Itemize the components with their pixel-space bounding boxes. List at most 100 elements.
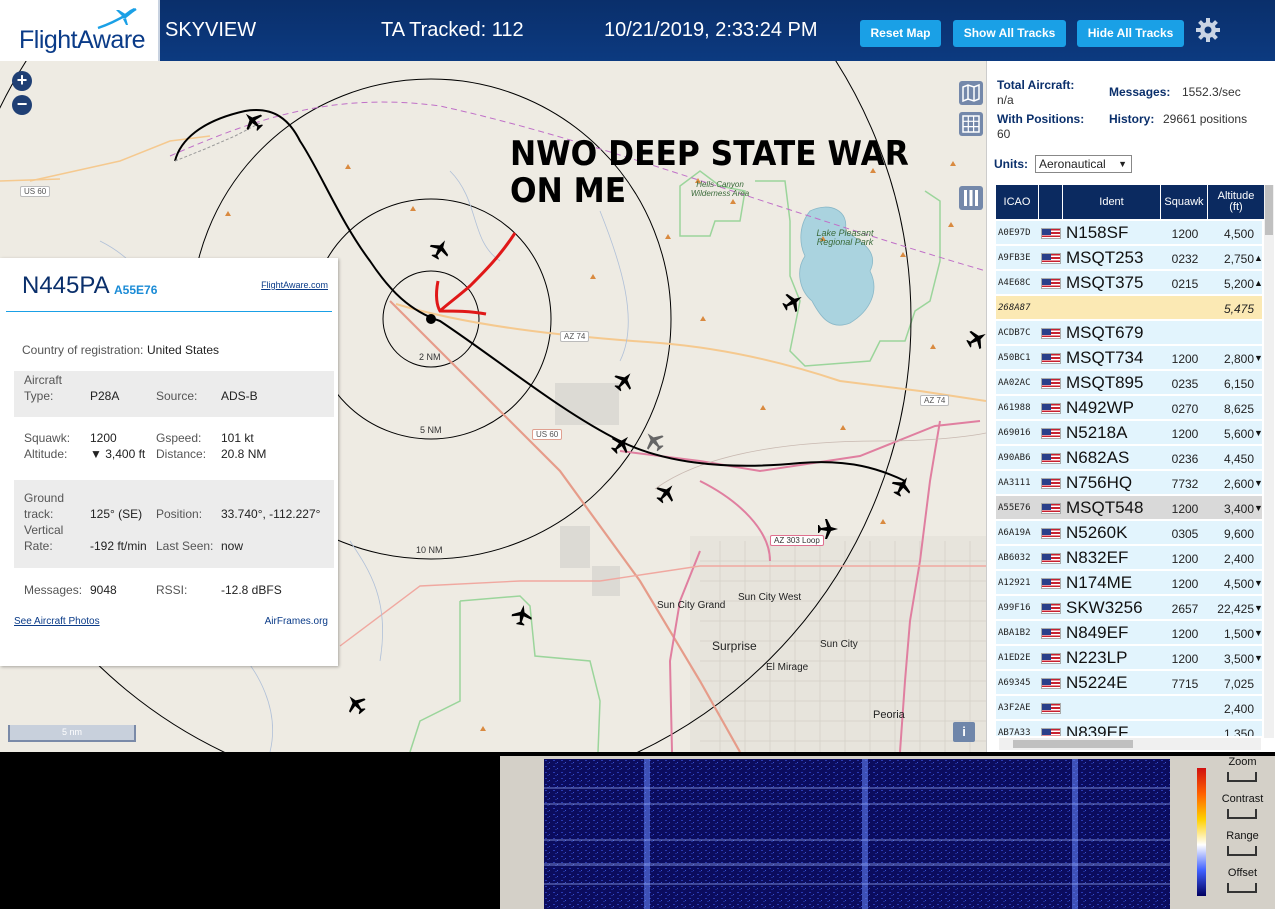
waterfall-frame [500,756,1215,909]
contrast-slider[interactable] [1227,809,1257,819]
altitude-cell: 2,400 [1223,702,1254,716]
icao-cell: ACDB7C [998,328,1031,338]
table-row[interactable]: A69345 N5224E 7715 7,025 [996,671,1262,695]
squawk-cell: 7732 [1171,477,1199,491]
aircraft-type-label: Aircraft Type: [24,373,63,403]
zoom-out-button[interactable]: − [12,95,32,115]
ident-cell: MSQT679 [1066,323,1144,342]
table-row[interactable]: A9FB3E MSQT253 0232 2,750 ▲ [996,246,1263,270]
grid-icon[interactable] [959,112,983,136]
ident-cell: N756HQ [1066,473,1133,492]
scrollbar-thumb[interactable] [1265,185,1273,235]
offset-slider[interactable] [1227,883,1257,893]
icao-cell: A99F16 [998,603,1031,613]
col-altitude[interactable]: Altitude (ft) [1208,185,1264,219]
gear-icon[interactable] [1195,17,1221,43]
detail-icao: A55E76 [114,283,158,297]
table-row[interactable]: A55E76 MSQT548 1200 3,400 ▼ [996,496,1263,520]
annotation-text: NWO DEEP STATE WAR ON ME [510,136,909,210]
squawk-cell: 7715 [1171,677,1199,691]
flightaware-link[interactable]: FlightAware.com [261,280,328,290]
ident-cell: N682AS [1066,448,1130,467]
country-label: Country of registration: [22,343,144,357]
zoom-slider[interactable] [1227,772,1257,782]
waterfall-display[interactable] [544,759,1170,909]
table-row[interactable]: A1ED2E N223LP 1200 3,500 ▼ [996,646,1263,670]
hide-all-tracks-button[interactable]: Hide All Tracks [1077,20,1184,47]
altitude-cell: 7,025 [1223,677,1254,691]
offset-label: Offset [1227,867,1258,879]
table-row[interactable]: 268A87 5,475 [996,296,1262,320]
icao-cell: 268A87 [998,303,1031,313]
table-row[interactable]: A69016 N5218A 1200 5,600 ▼ [996,421,1263,445]
ground-track-label: Ground track: [24,491,65,521]
range-slider[interactable] [1227,846,1257,856]
icao-cell: A90AB6 [998,453,1031,463]
history-value: 29661 positions [1163,112,1248,126]
reset-map-button[interactable]: Reset Map [860,20,941,47]
table-row[interactable]: A12921 N174ME 1200 4,500 ▼ [996,571,1263,595]
altitude-cell: 4,450 [1223,452,1254,466]
units-select[interactable]: Aeronautical ▼ [1035,155,1132,173]
contrast-label: Contrast [1221,793,1264,805]
table-row[interactable]: A90AB6 N682AS 0236 4,450 [996,446,1262,470]
vertical-trend-icon: ▼ [1254,503,1263,513]
table-row[interactable]: A6A19A N5260K 0305 9,600 [996,521,1262,545]
squawk-cell: 1200 [1171,227,1199,241]
icao-cell: A4E68C [998,278,1031,288]
info-button[interactable]: i [953,722,975,742]
range-ring-label: 2 NM [419,352,441,362]
aircraft-photos-link[interactable]: See Aircraft Photos [14,616,100,627]
vertical-scrollbar[interactable] [1264,185,1274,738]
top-header: FlightAware SKYVIEW TA Tracked: 112 10/2… [0,0,1275,61]
show-all-tracks-button[interactable]: Show All Tracks [953,20,1066,47]
rssi-value: -12.8 dBFS [221,583,282,597]
squawk-cell: 0305 [1171,527,1199,541]
col-icao[interactable]: ICAO [996,185,1038,219]
col-squawk[interactable]: Squawk [1161,185,1207,219]
table-row[interactable]: A99F16 SKW3256 2657 22,425 ▼ [996,596,1263,620]
table-row[interactable]: A3F2AE 2,400 [996,696,1262,720]
table-row[interactable]: ABA1B2 N849EF 1200 1,500 ▼ [996,621,1263,645]
squawk-cell: 2657 [1171,602,1199,616]
table-row[interactable]: A4E68C MSQT375 0215 5,200 ▲ [996,271,1263,295]
skyview-app: { "header": { "logo_text": "FlightAware"… [0,0,1275,909]
road-label: US 60 [532,429,563,440]
place-label: Lake Pleasant Regional Park [816,228,874,247]
altitude-cell: 5,600 [1223,427,1254,441]
icao-cell: A6A19A [998,528,1031,538]
columns-icon[interactable] [959,186,983,210]
vertical-trend-icon: ▲ [1254,278,1263,288]
us-flag-icon [1041,503,1061,514]
annotation-line: ON ME [510,171,627,211]
table-row[interactable]: AB7A33 N839EF 1,350 [996,721,1262,736]
ident-cell: N849EF [1066,623,1129,642]
gspeed-label: Gspeed: [156,431,202,445]
range-label: Range [1226,830,1259,842]
zoom-in-button[interactable]: + [12,71,32,91]
horizontal-scrollbar[interactable] [999,738,1261,750]
us-flag-icon [1041,728,1061,736]
table-row[interactable]: AA3111 N756HQ 7732 2,600 ▼ [996,471,1263,495]
table-row[interactable]: AB6032 N832EF 1200 2,400 [996,546,1262,570]
source-label: Source: [156,389,198,403]
table-row[interactable]: ACDB7C MSQT679 [996,321,1262,345]
aircraft-list-sidebar: Total Aircraft: n/a Messages: 1552.3/sec… [986,61,1275,752]
altitude-label: Altitude: [24,447,68,461]
table-row[interactable]: A50BC1 MSQT734 1200 2,800 ▼ [996,346,1263,370]
map-icon[interactable] [959,81,983,105]
scrollbar-thumb[interactable] [1013,740,1133,748]
flightaware-logo[interactable]: FlightAware [0,0,160,61]
spectrum-panel: Zoom Contrast Range Offset [0,752,1275,909]
logo-text: FlightAware [19,26,146,54]
ident-cell: MSQT375 [1066,273,1144,292]
airframes-link[interactable]: AirFrames.org [265,616,328,627]
range-ring-label: 5 NM [420,425,442,435]
table-row[interactable]: AA02AC MSQT895 0235 6,150 [996,371,1262,395]
us-flag-icon [1041,428,1061,439]
col-ident[interactable]: Ident [1063,185,1160,219]
road-label: AZ 303 Loop [770,535,824,546]
vertical-trend-icon: ▼ [1254,578,1263,588]
table-row[interactable]: A61988 N492WP 0270 8,625 [996,396,1262,420]
table-row[interactable]: A0E97D N158SF 1200 4,500 [996,221,1262,245]
